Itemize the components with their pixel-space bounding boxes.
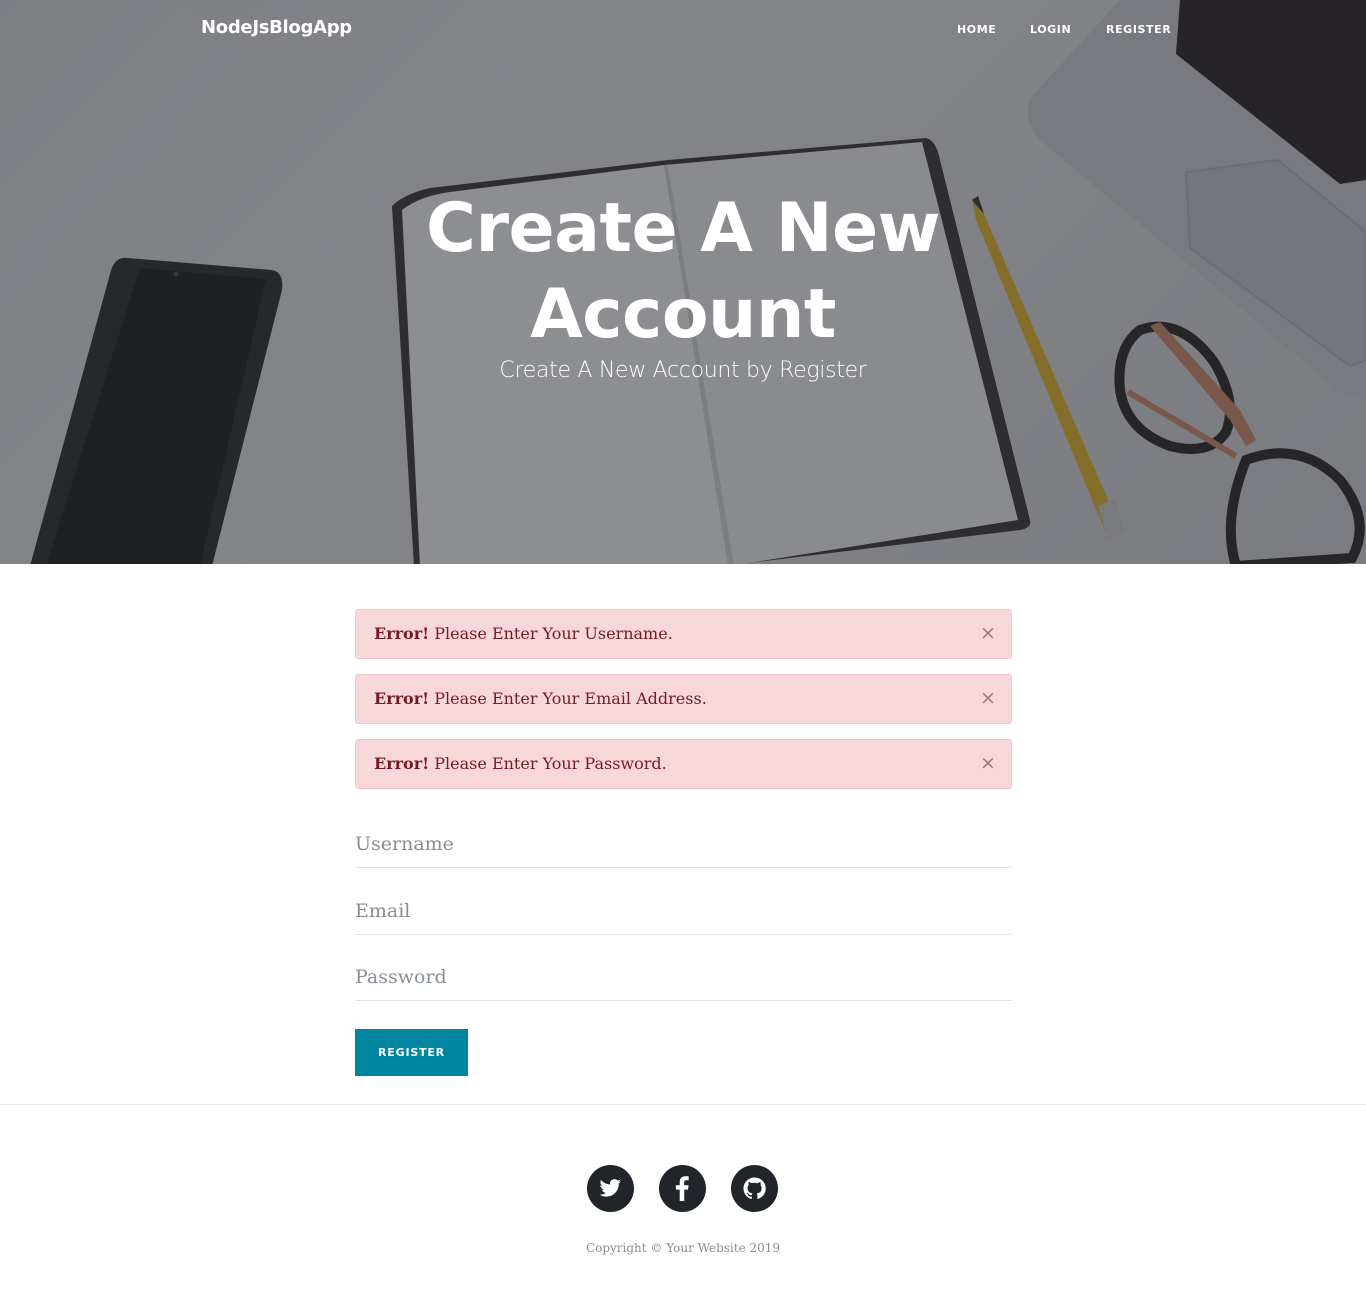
page-title-line2: Account	[530, 275, 836, 354]
twitter-icon	[599, 1179, 621, 1197]
alert-close-button[interactable]: ×	[980, 621, 996, 645]
alert-close-button[interactable]: ×	[980, 686, 996, 710]
page-subtitle: Create A New Account by Register	[499, 358, 867, 383]
alert-close-button[interactable]: ×	[980, 751, 996, 775]
page-title: Create A New Account	[383, 186, 983, 358]
copyright-text: Copyright © Your Website 2019	[585, 1241, 781, 1255]
masthead: NodeJsBlogApp HOME LOGIN REGISTER Create…	[0, 0, 1366, 564]
nav-link-home[interactable]: HOME	[957, 23, 996, 36]
error-alert-email: Error! Please Enter Your Email Address. …	[355, 674, 1012, 724]
alert-strong: Error!	[374, 689, 430, 708]
alert-text: Error! Please Enter Your Password.	[374, 754, 667, 773]
github-link[interactable]	[731, 1165, 778, 1212]
error-alert-username: Error! Please Enter Your Username. ×	[355, 609, 1012, 659]
nav-links: HOME LOGIN REGISTER	[0, 23, 1366, 39]
email-input[interactable]	[355, 889, 1012, 933]
alert-text: Error! Please Enter Your Email Address.	[374, 689, 707, 708]
password-input[interactable]	[355, 955, 1012, 999]
alert-strong: Error!	[374, 754, 430, 773]
email-field-group	[355, 889, 1012, 935]
footer-divider	[0, 1104, 1366, 1105]
error-alert-password: Error! Please Enter Your Password. ×	[355, 739, 1012, 789]
alert-strong: Error!	[374, 624, 430, 643]
page-title-line1: Create A New	[426, 189, 940, 268]
alert-text: Error! Please Enter Your Username.	[374, 624, 673, 643]
alert-message: Please Enter Your Username.	[434, 624, 673, 643]
twitter-link[interactable]	[587, 1165, 634, 1212]
nav-link-register[interactable]: REGISTER	[1106, 23, 1171, 36]
alert-message: Please Enter Your Email Address.	[434, 689, 707, 708]
username-field-group	[355, 822, 1012, 868]
alert-message: Please Enter Your Password.	[434, 754, 667, 773]
register-button[interactable]: REGISTER	[355, 1029, 468, 1076]
navbar: NodeJsBlogApp HOME LOGIN REGISTER	[0, 0, 1366, 60]
github-icon	[743, 1177, 766, 1199]
nav-link-login[interactable]: LOGIN	[1030, 23, 1071, 36]
facebook-link[interactable]	[659, 1165, 706, 1212]
facebook-icon	[675, 1176, 689, 1201]
password-field-group	[355, 955, 1012, 1001]
username-input[interactable]	[355, 822, 1012, 866]
